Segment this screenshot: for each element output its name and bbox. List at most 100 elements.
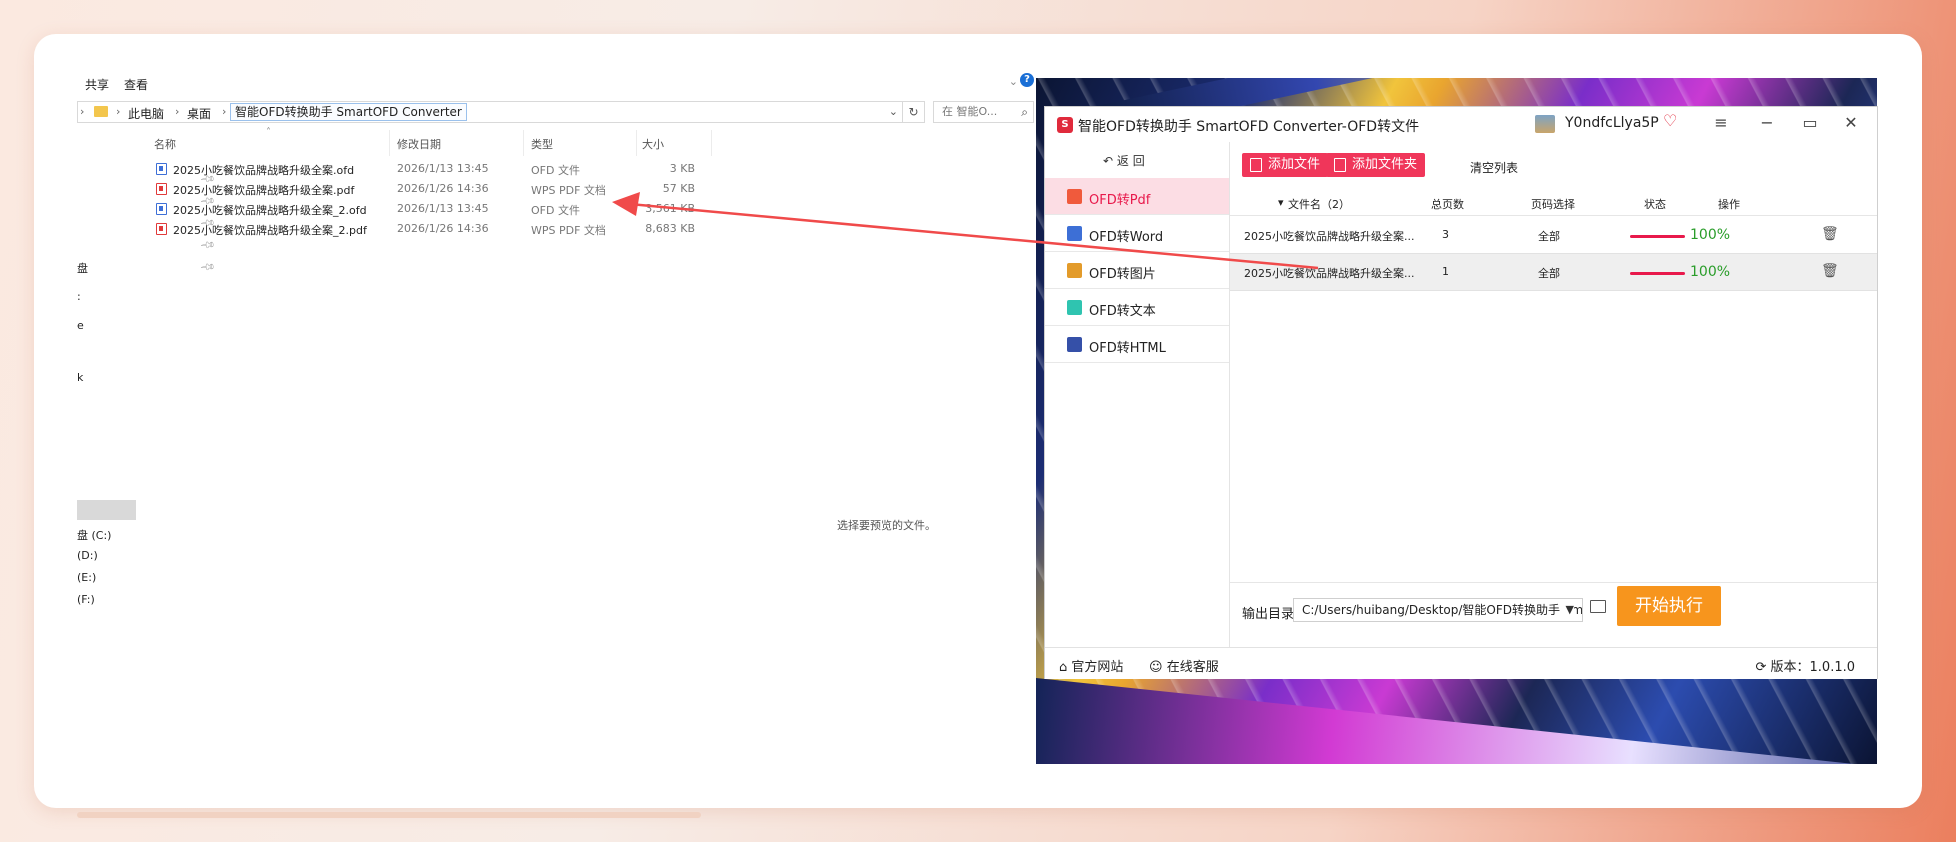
app-logo-icon: S: [1057, 117, 1073, 133]
drive-c[interactable]: 盘 (C:): [77, 527, 111, 543]
output-path-select[interactable]: C:/Users/huibang/Desktop/智能OFD转换助手 Smart…: [1293, 598, 1583, 622]
column-divider[interactable]: [711, 130, 712, 156]
header-sort-icon[interactable]: ▾: [1278, 196, 1284, 209]
output-path-value: C:/Users/huibang/Desktop/智能OFD转换助手 Smart…: [1302, 603, 1582, 617]
sidebar-item-ofd-to-word[interactable]: OFD转Word: [1045, 215, 1229, 252]
column-divider[interactable]: [389, 130, 390, 156]
ribbon-tab-view[interactable]: 查看: [124, 76, 148, 93]
row-page-select[interactable]: 全部: [1538, 265, 1560, 281]
image-icon: [1067, 263, 1082, 278]
help-icon[interactable]: ?: [1020, 73, 1034, 87]
file-row[interactable]: 2025小吃餐饮品牌战略升级全案_2.ofd 2026/1/13 13:45 O…: [77, 201, 777, 217]
column-header-type[interactable]: 类型: [531, 136, 553, 152]
maximize-icon[interactable]: ▭: [1800, 113, 1820, 132]
sidebar-item-ofd-to-pdf[interactable]: OFD转Pdf: [1045, 178, 1229, 215]
search-icon: ⌕: [1021, 105, 1028, 119]
ribbon-tab-share[interactable]: 共享: [85, 76, 109, 93]
refresh-button[interactable]: ↻: [903, 101, 925, 123]
vip-diamond-icon[interactable]: ♡: [1663, 111, 1677, 130]
close-icon[interactable]: ✕: [1841, 113, 1861, 132]
breadcrumb-desktop[interactable]: 桌面: [187, 105, 211, 122]
nav-pane-selected-item[interactable]: [77, 500, 136, 520]
ribbon: 共享 查看 ⌄ ?: [77, 70, 1034, 96]
column-header-date[interactable]: 修改日期: [397, 136, 441, 152]
version-label: 版本：1.0.1.0: [1770, 660, 1855, 675]
file-row[interactable]: 2025小吃餐饮品牌战略升级全案.ofd 2026/1/13 13:45 OFD…: [77, 161, 777, 177]
drive-e[interactable]: (E:): [77, 571, 96, 584]
search-input[interactable]: 在 智能O... ⌕: [933, 101, 1034, 123]
row-pages: 1: [1442, 265, 1449, 278]
preview-pane-message: 选择要预览的文件。: [837, 519, 936, 532]
row-filename: 2025小吃餐饮品牌战略升级全案...: [1244, 267, 1415, 280]
table-row[interactable]: 2025小吃餐饮品牌战略升级全案... 1 全部 100% 🗑︎: [1230, 254, 1877, 291]
nav-pane-item[interactable]: 盘: [77, 260, 88, 276]
pdf-file-icon: [156, 183, 167, 195]
progress-bar: [1630, 235, 1685, 238]
file-row[interactable]: 2025小吃餐饮品牌战略升级全案_2.pdf 2026/1/26 14:36 W…: [77, 221, 777, 237]
app-footer: ⌂ 官方网站 ☺ 在线客服 ⟳ 版本：1.0.1.0: [1045, 647, 1877, 679]
pdf-file-icon: [156, 223, 167, 235]
sidebar-item-label: OFD转HTML: [1089, 341, 1166, 356]
address-row: › › 此电脑 › 桌面 › 智能OFD转换助手 SmartOFD Conver…: [77, 101, 1034, 123]
clear-list-button[interactable]: 清空列表: [1470, 159, 1518, 176]
add-file-label: 添加文件: [1268, 157, 1321, 172]
app-sidebar: ↶ 返 回 OFD转Pdf OFD转Word OFD转图片 OFD转文本 OFD…: [1045, 142, 1230, 647]
ofd-file-icon: [156, 203, 167, 215]
back-button[interactable]: ↶ 返 回: [1103, 152, 1145, 169]
folder-icon: [94, 106, 108, 117]
file-type: WPS PDF 文档: [531, 224, 606, 237]
chevron-right-icon: ›: [222, 105, 227, 118]
file-date: 2026/1/26 14:36: [397, 182, 489, 195]
file-size: 57 KB: [662, 182, 695, 195]
website-link[interactable]: ⌂ 官方网站: [1059, 656, 1123, 675]
sidebar-item-ofd-to-text[interactable]: OFD转文本: [1045, 289, 1229, 326]
drive-f[interactable]: (F:): [77, 593, 95, 606]
pin-icon[interactable]: 📌︎: [199, 259, 216, 276]
drive-d[interactable]: (D:): [77, 549, 98, 562]
open-folder-icon[interactable]: [1590, 600, 1606, 613]
header-filename[interactable]: 文件名（2）: [1288, 196, 1350, 212]
start-button[interactable]: 开始执行: [1617, 586, 1721, 626]
nav-pane-item[interactable]: :: [77, 290, 81, 303]
chevron-down-icon[interactable]: ⌄: [889, 105, 898, 118]
breadcrumb-this-pc[interactable]: 此电脑: [128, 105, 164, 122]
file-row[interactable]: 2025小吃餐饮品牌战略升级全案.pdf 2026/1/26 14:36 WPS…: [77, 181, 777, 197]
username[interactable]: Y0ndfcLlya5P: [1565, 115, 1659, 131]
breadcrumb-current-folder[interactable]: 智能OFD转换助手 SmartOFD Converter: [230, 103, 467, 121]
nav-pane-item[interactable]: e: [77, 319, 84, 332]
chevron-right-icon: ›: [80, 105, 85, 118]
table-row[interactable]: 2025小吃餐饮品牌战略升级全案... 3 全部 100% 🗑︎: [1230, 217, 1877, 254]
file-name: 2025小吃餐饮品牌战略升级全案.pdf: [173, 184, 355, 197]
chevron-right-icon: ›: [175, 105, 180, 118]
smartofd-app-window: S 智能OFD转换助手 SmartOFD Converter-OFD转文件 Y0…: [1044, 106, 1878, 679]
column-header-name[interactable]: 名称: [154, 136, 176, 152]
avatar[interactable]: [1535, 115, 1555, 133]
pdf-icon: [1067, 189, 1082, 204]
pin-icon[interactable]: 📌︎: [199, 237, 216, 254]
file-type: OFD 文件: [531, 204, 580, 217]
sidebar-item-ofd-to-image[interactable]: OFD转图片: [1045, 252, 1229, 289]
home-icon: ⌂: [1059, 660, 1072, 675]
minimize-icon[interactable]: −: [1757, 113, 1777, 132]
add-file-button[interactable]: 添加文件: [1242, 153, 1329, 177]
column-divider[interactable]: [636, 130, 637, 156]
sidebar-item-ofd-to-html[interactable]: OFD转HTML: [1045, 326, 1229, 363]
column-header-size[interactable]: 大小: [642, 136, 664, 152]
support-link[interactable]: ☺ 在线客服: [1149, 656, 1219, 675]
file-table-header: ▾ 文件名（2） 总页数 页码选择 状态 操作: [1230, 190, 1877, 216]
nav-pane-item[interactable]: k: [77, 371, 83, 384]
version-info: ⟳ 版本：1.0.1.0: [1755, 656, 1855, 675]
row-status: 100%: [1690, 264, 1731, 280]
delete-icon[interactable]: 🗑︎: [1821, 226, 1839, 242]
wallpaper-stripe: [1036, 678, 1877, 764]
app-titlebar[interactable]: S 智能OFD转换助手 SmartOFD Converter-OFD转文件 Y0…: [1045, 107, 1877, 142]
sidebar-item-label: OFD转文本: [1089, 304, 1156, 319]
add-folder-button[interactable]: 添加文件夹: [1326, 153, 1426, 177]
delete-icon[interactable]: 🗑︎: [1821, 263, 1839, 279]
ribbon-expand-icon[interactable]: ⌄: [1009, 75, 1018, 88]
address-bar[interactable]: › › 此电脑 › 桌面 › 智能OFD转换助手 SmartOFD Conver…: [77, 101, 903, 123]
menu-icon[interactable]: ≡: [1711, 113, 1731, 132]
row-page-select[interactable]: 全部: [1538, 228, 1560, 244]
sort-ascending-icon: ˄: [266, 127, 271, 138]
column-divider[interactable]: [523, 130, 524, 156]
